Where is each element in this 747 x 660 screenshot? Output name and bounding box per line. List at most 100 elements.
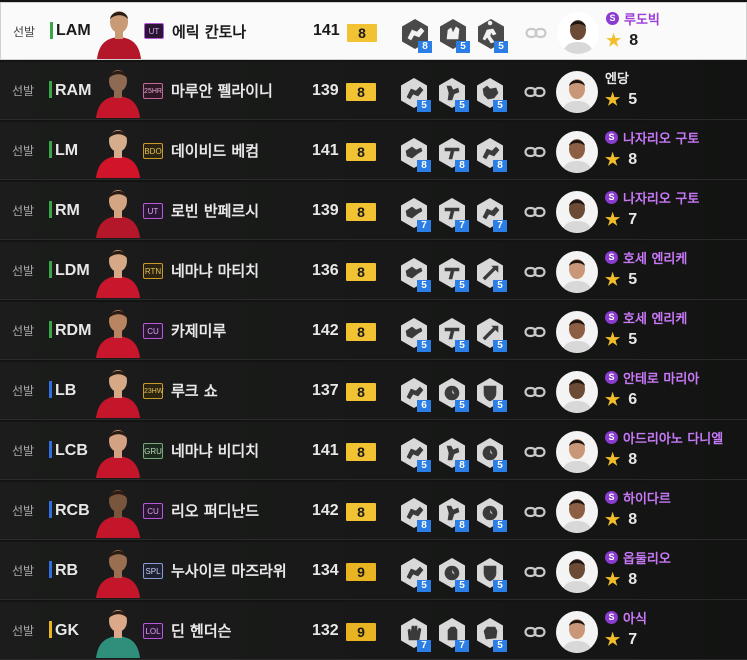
- coach-name: S 나자리오 구토: [605, 188, 699, 207]
- coach-name: S 안테로 마리아: [605, 368, 699, 387]
- player-name[interactable]: 데이비드 베컴: [171, 140, 259, 161]
- player-row[interactable]: 선발 RM UT 로빈 반페르시 139 8 777 S 나자리오 구토 ★ 7: [0, 182, 747, 240]
- player-row[interactable]: 선발 LB 23HW 루크 쇼 137 8 655 S 안테로 마리아 ★ 6: [0, 362, 747, 420]
- link-icon[interactable]: [524, 384, 546, 398]
- player-name[interactable]: 리오 퍼디난드: [171, 500, 259, 521]
- position-label: RDM: [55, 321, 92, 339]
- player-name[interactable]: 루크 쇼: [171, 380, 218, 401]
- stopwatch-icon[interactable]: 5: [474, 437, 507, 472]
- season-badge: BDO: [143, 142, 163, 159]
- coach-portrait: [556, 431, 598, 473]
- starter-label: 선발: [13, 24, 36, 39]
- pass-icon[interactable]: 7: [398, 197, 431, 232]
- gk-reach-icon[interactable]: 7: [436, 617, 469, 652]
- link-icon[interactable]: [524, 564, 546, 578]
- hand-ball-icon[interactable]: 5: [437, 18, 470, 53]
- link-icon[interactable]: [524, 504, 546, 518]
- link-icon[interactable]: [524, 204, 546, 218]
- player-row[interactable]: 선발 RDM CU 카제미루 142 8 555 S 호세 엔리케 ★ 5: [0, 302, 747, 360]
- long-pass-icon[interactable]: 5: [474, 257, 507, 292]
- shot-icon[interactable]: 5: [436, 317, 469, 352]
- pass-icon[interactable]: 5: [398, 257, 431, 292]
- shot-icon[interactable]: 7: [436, 197, 469, 232]
- ball-control-icon[interactable]: 5: [474, 77, 507, 112]
- player-name[interactable]: 네마냐 마티치: [171, 260, 259, 281]
- position-color-bar: [49, 201, 52, 218]
- coach-name-text: 루도빅: [624, 13, 660, 28]
- header-icon[interactable]: 5: [436, 77, 469, 112]
- link-icon[interactable]: [524, 264, 546, 278]
- shot-icon[interactable]: 8: [436, 137, 469, 172]
- player-name[interactable]: 에릭 칸토나: [172, 21, 246, 42]
- coach-info[interactable]: S 옵둘리오 ★ 8: [605, 548, 671, 590]
- player-name[interactable]: 카제미루: [171, 320, 226, 341]
- running-boot-icon[interactable]: 5: [398, 77, 431, 112]
- glove-icon[interactable]: 7: [398, 617, 431, 652]
- trait-level: 5: [456, 41, 470, 53]
- player-name[interactable]: 네마냐 비디치: [171, 440, 259, 461]
- shield-icon[interactable]: 5: [474, 557, 507, 592]
- coach-name-text: 엔당: [605, 72, 629, 87]
- shield-icon[interactable]: 5: [474, 377, 507, 412]
- coach-name: S 옵둘리오: [605, 548, 671, 567]
- link-icon[interactable]: [524, 84, 546, 98]
- stopwatch-icon[interactable]: 5: [436, 557, 469, 592]
- player-row[interactable]: 선발 RAM 25HR 마루안 펠라이니 139 8 555 엔당 ★ 5: [0, 62, 747, 120]
- running-boot-icon[interactable]: 5: [398, 437, 431, 472]
- season-badge: CU: [143, 502, 163, 519]
- link-icon[interactable]: [525, 25, 547, 39]
- coach-info[interactable]: S 안테로 마리아 ★ 6: [605, 368, 699, 410]
- link-icon[interactable]: [524, 324, 546, 338]
- starter-label: 선발: [12, 144, 35, 158]
- position-label: LDM: [55, 261, 90, 279]
- header-icon[interactable]: 8: [436, 497, 469, 532]
- position-color-bar: [49, 261, 52, 278]
- player-row[interactable]: 선발 LDM RTN 네마냐 마티치 136 8 555 S 호세 엔리케 ★ …: [0, 242, 747, 300]
- player-row[interactable]: 선발 LAM UT 에릭 칸토나 141 8 855 S 루도빅 ★ 8: [0, 2, 747, 60]
- running-boot-icon[interactable]: 8: [399, 18, 432, 53]
- coach-info[interactable]: S 엔당 ★ 5: [605, 68, 637, 110]
- running-boot-icon[interactable]: 5: [398, 557, 431, 592]
- coach-name: S 아식: [605, 608, 647, 627]
- player-row[interactable]: 선발 LCB GRU 네마냐 비디치 141 8 585 S 아드리아노 다니엘…: [0, 422, 747, 480]
- trait-level: 5: [417, 340, 431, 352]
- coach-info[interactable]: S 하이다르 ★ 8: [605, 488, 671, 530]
- player-name[interactable]: 마루안 펠라이니: [171, 80, 273, 101]
- coach-info[interactable]: S 나자리오 구토 ★ 8: [605, 128, 699, 170]
- stopwatch-icon[interactable]: 5: [436, 377, 469, 412]
- coach-info[interactable]: S 아식 ★ 7: [605, 608, 647, 650]
- player-row[interactable]: 선발 LM BDO 데이비드 베컴 141 8 888 S 나자리오 구토 ★ …: [0, 122, 747, 180]
- shot-icon[interactable]: 5: [436, 257, 469, 292]
- coach-info[interactable]: S 나자리오 구토 ★ 7: [605, 188, 699, 230]
- link-icon[interactable]: [524, 144, 546, 158]
- coach-rating: ★ 5: [605, 330, 687, 350]
- link-icon[interactable]: [524, 444, 546, 458]
- running-boot-icon[interactable]: 8: [474, 137, 507, 172]
- running-boot-icon[interactable]: 8: [398, 497, 431, 532]
- special-coach-icon: S: [605, 611, 618, 624]
- coach-name-text: 나자리오 구토: [623, 132, 700, 147]
- running-boot-icon[interactable]: 7: [474, 197, 507, 232]
- fist-icon[interactable]: 5: [474, 617, 507, 652]
- player-row[interactable]: 선발 RB SPL 누사이르 마즈라위 134 9 555 S 옵둘리오 ★ 8: [0, 542, 747, 600]
- header-icon[interactable]: 8: [436, 437, 469, 472]
- stopwatch-icon[interactable]: 5: [474, 497, 507, 532]
- pass-icon[interactable]: 5: [398, 317, 431, 352]
- player-name[interactable]: 딘 헨더슨: [171, 620, 231, 641]
- player-name[interactable]: 누사이르 마즈라위: [171, 560, 287, 581]
- special-coach-icon: S: [605, 251, 618, 264]
- running-boot-icon[interactable]: 6: [398, 377, 431, 412]
- coach-info[interactable]: S 호세 엔리케 ★ 5: [605, 248, 687, 290]
- player-name[interactable]: 로빈 반페르시: [171, 200, 259, 221]
- long-pass-icon[interactable]: 5: [474, 317, 507, 352]
- pass-icon[interactable]: 8: [398, 137, 431, 172]
- player-run-icon[interactable]: 5: [475, 18, 508, 53]
- trait-level: 5: [493, 280, 507, 292]
- coach-info[interactable]: S 아드리아노 다니엘 ★ 8: [605, 428, 723, 470]
- link-icon[interactable]: [524, 624, 546, 638]
- coach-info[interactable]: S 호세 엔리케 ★ 5: [605, 308, 687, 350]
- player-row[interactable]: 선발 GK LOL 딘 헨더슨 132 9 775 S 아식 ★ 7: [0, 602, 747, 660]
- coach-info[interactable]: S 루도빅 ★ 8: [606, 9, 660, 51]
- position-color-bar: [50, 22, 53, 39]
- player-row[interactable]: 선발 RCB CU 리오 퍼디난드 142 8 885 S 하이다르 ★ 8: [0, 482, 747, 540]
